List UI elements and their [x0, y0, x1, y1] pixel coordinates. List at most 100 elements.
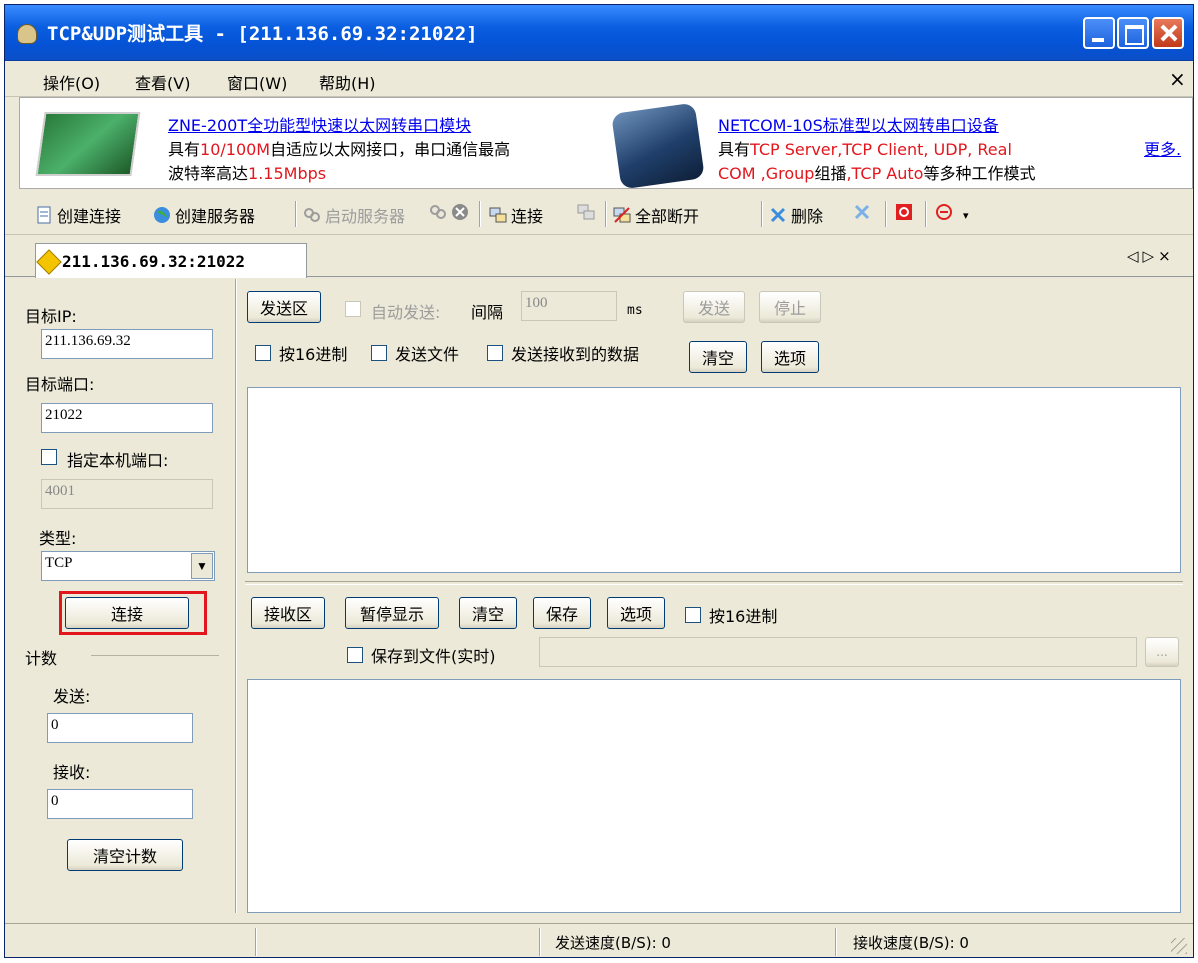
send-textarea[interactable]: [247, 387, 1181, 573]
send-options-button[interactable]: 选项: [761, 341, 819, 373]
interval-field[interactable]: 100: [521, 291, 617, 321]
ad1-title-link[interactable]: ZNE-200T全功能型快速以太网转串口模块: [168, 112, 471, 136]
status-bar: 发送速度(B/S): 0 接收速度(B/S): 0: [5, 923, 1193, 957]
send-file-checkbox[interactable]: [371, 345, 387, 361]
local-port-field[interactable]: 4001: [41, 479, 213, 509]
send-area-button[interactable]: 发送区: [247, 291, 321, 323]
send-hex-label: 按16进制: [279, 345, 348, 364]
tab-strip: 211.136.69.32:21022 ◁▷×: [5, 237, 1193, 278]
area-splitter[interactable]: [245, 581, 1183, 585]
app-window: TCP&UDP测试工具 - [211.136.69.32:21022] 操作(O…: [4, 4, 1194, 958]
connection-settings-panel: 目标IP: 211.136.69.32 目标端口: 21022 指定本机端口: …: [19, 279, 233, 913]
recv-area-button[interactable]: 接收区: [251, 597, 325, 629]
local-port-checkbox[interactable]: [41, 449, 57, 465]
ad2-title-link[interactable]: NETCOM-10S标准型以太网转串口设备: [718, 112, 999, 136]
menu-help[interactable]: 帮助(H): [319, 70, 376, 94]
toolbar-separator: [605, 201, 607, 227]
stop-server-icon[interactable]: [429, 203, 447, 221]
toolbar-separator: [761, 201, 763, 227]
recv-options-button[interactable]: 选项: [607, 597, 665, 629]
close-button[interactable]: [1152, 17, 1184, 49]
status-separator: [835, 928, 837, 956]
ad-module-image[interactable]: [35, 112, 141, 176]
target-ip-field[interactable]: 211.136.69.32: [41, 329, 213, 359]
network-icon: [489, 207, 507, 223]
panel-divider[interactable]: [235, 279, 237, 913]
chevron-down-icon: ▼: [191, 553, 213, 579]
cancel-icon[interactable]: [451, 203, 469, 221]
ad1-desc-line2: 波特率高达1.15Mbps: [168, 164, 327, 183]
interval-label: 间隔: [471, 303, 504, 322]
send-clear-button[interactable]: 清空: [689, 341, 747, 373]
pause-display-button[interactable]: 暂停显示: [345, 597, 439, 629]
local-port-label: 指定本机端口:: [67, 451, 169, 470]
recv-count-field[interactable]: 0: [47, 789, 193, 819]
delete-all-icon[interactable]: [853, 203, 871, 221]
window-title: TCP&UDP测试工具 - [211.136.69.32:21022]: [47, 23, 478, 45]
save-to-file-checkbox[interactable]: [347, 647, 363, 663]
server-icon: [304, 208, 320, 222]
send-received-label: 发送接收到的数据: [511, 345, 640, 364]
toolbar-separator: [925, 201, 927, 227]
minimize-button[interactable]: [1083, 17, 1115, 49]
delete-button[interactable]: 删除: [769, 203, 823, 227]
power-icon[interactable]: [895, 203, 913, 221]
menu-view[interactable]: 查看(V): [135, 70, 190, 94]
recv-speed-status: 接收速度(B/S): 0: [853, 934, 969, 952]
send-button[interactable]: 发送: [683, 291, 745, 323]
delete-icon: [770, 207, 786, 223]
connection-icon: [36, 249, 62, 275]
create-connection-button[interactable]: 创建连接: [35, 203, 121, 227]
disconnect-icon[interactable]: [577, 203, 595, 221]
app-icon: [17, 24, 37, 44]
title-bar[interactable]: TCP&UDP测试工具 - [211.136.69.32:21022]: [5, 5, 1193, 61]
tab-connection[interactable]: 211.136.69.32:21022: [35, 243, 307, 278]
globe-icon: [154, 207, 170, 223]
send-hex-checkbox[interactable]: [255, 345, 271, 361]
auto-send-checkbox[interactable]: [345, 301, 361, 317]
send-count-field[interactable]: 0: [47, 713, 193, 743]
recv-hex-label: 按16进制: [709, 607, 778, 626]
target-port-field[interactable]: 21022: [41, 403, 213, 433]
save-to-file-label: 保存到文件(实时): [371, 647, 496, 666]
more-link[interactable]: 更多.: [1144, 136, 1181, 160]
exit-icon[interactable]: [935, 203, 953, 221]
ad-banner: ZNE-200T全功能型快速以太网转串口模块 具有10/100M自适应以太网接口…: [19, 97, 1193, 189]
status-separator: [539, 928, 541, 956]
close-icon[interactable]: ×: [1169, 67, 1186, 91]
menu-bar: 操作(O) 查看(V) 窗口(W) 帮助(H) ×: [5, 61, 1193, 97]
resize-grip-icon[interactable]: [1171, 938, 1187, 954]
toolbar-overflow-icon[interactable]: ▾: [963, 209, 969, 222]
tab-navigation[interactable]: ◁▷×: [1127, 247, 1175, 265]
send-count-label: 发送:: [53, 687, 91, 706]
recv-save-button[interactable]: 保存: [533, 597, 591, 629]
toolbar-separator: [479, 201, 481, 227]
target-port-label: 目标端口:: [25, 375, 95, 394]
send-speed-status: 发送速度(B/S): 0: [555, 934, 671, 952]
recv-hex-checkbox[interactable]: [685, 607, 701, 623]
maximize-button[interactable]: [1117, 17, 1149, 49]
save-file-path-field[interactable]: [539, 637, 1137, 667]
status-separator: [255, 928, 257, 956]
ad-device-image[interactable]: [611, 102, 705, 188]
stop-button[interactable]: 停止: [759, 291, 821, 323]
menu-operate[interactable]: 操作(O): [43, 70, 100, 94]
toolbar-separator: [295, 201, 297, 227]
document-icon: [37, 206, 51, 224]
type-select[interactable]: TCP ▼: [41, 551, 215, 581]
create-server-button[interactable]: 创建服务器: [153, 203, 255, 227]
start-server-button[interactable]: 启动服务器: [303, 203, 405, 227]
menu-window[interactable]: 窗口(W): [227, 70, 287, 94]
disconnect-all-button[interactable]: 全部断开: [613, 203, 699, 227]
clear-count-button[interactable]: 清空计数: [67, 839, 183, 871]
recv-clear-button[interactable]: 清空: [459, 597, 517, 629]
toolbar-separator: [885, 201, 887, 227]
receive-textarea[interactable]: [247, 679, 1181, 913]
connect-toolbar-button[interactable]: 连接: [489, 203, 543, 227]
type-label: 类型:: [39, 529, 77, 548]
connect-button[interactable]: 连接: [65, 597, 189, 629]
group-divider: [91, 655, 219, 656]
ad1-desc-line1: 具有10/100M自适应以太网接口，串口通信最高: [168, 140, 511, 159]
send-received-checkbox[interactable]: [487, 345, 503, 361]
browse-button[interactable]: ...: [1145, 637, 1179, 667]
